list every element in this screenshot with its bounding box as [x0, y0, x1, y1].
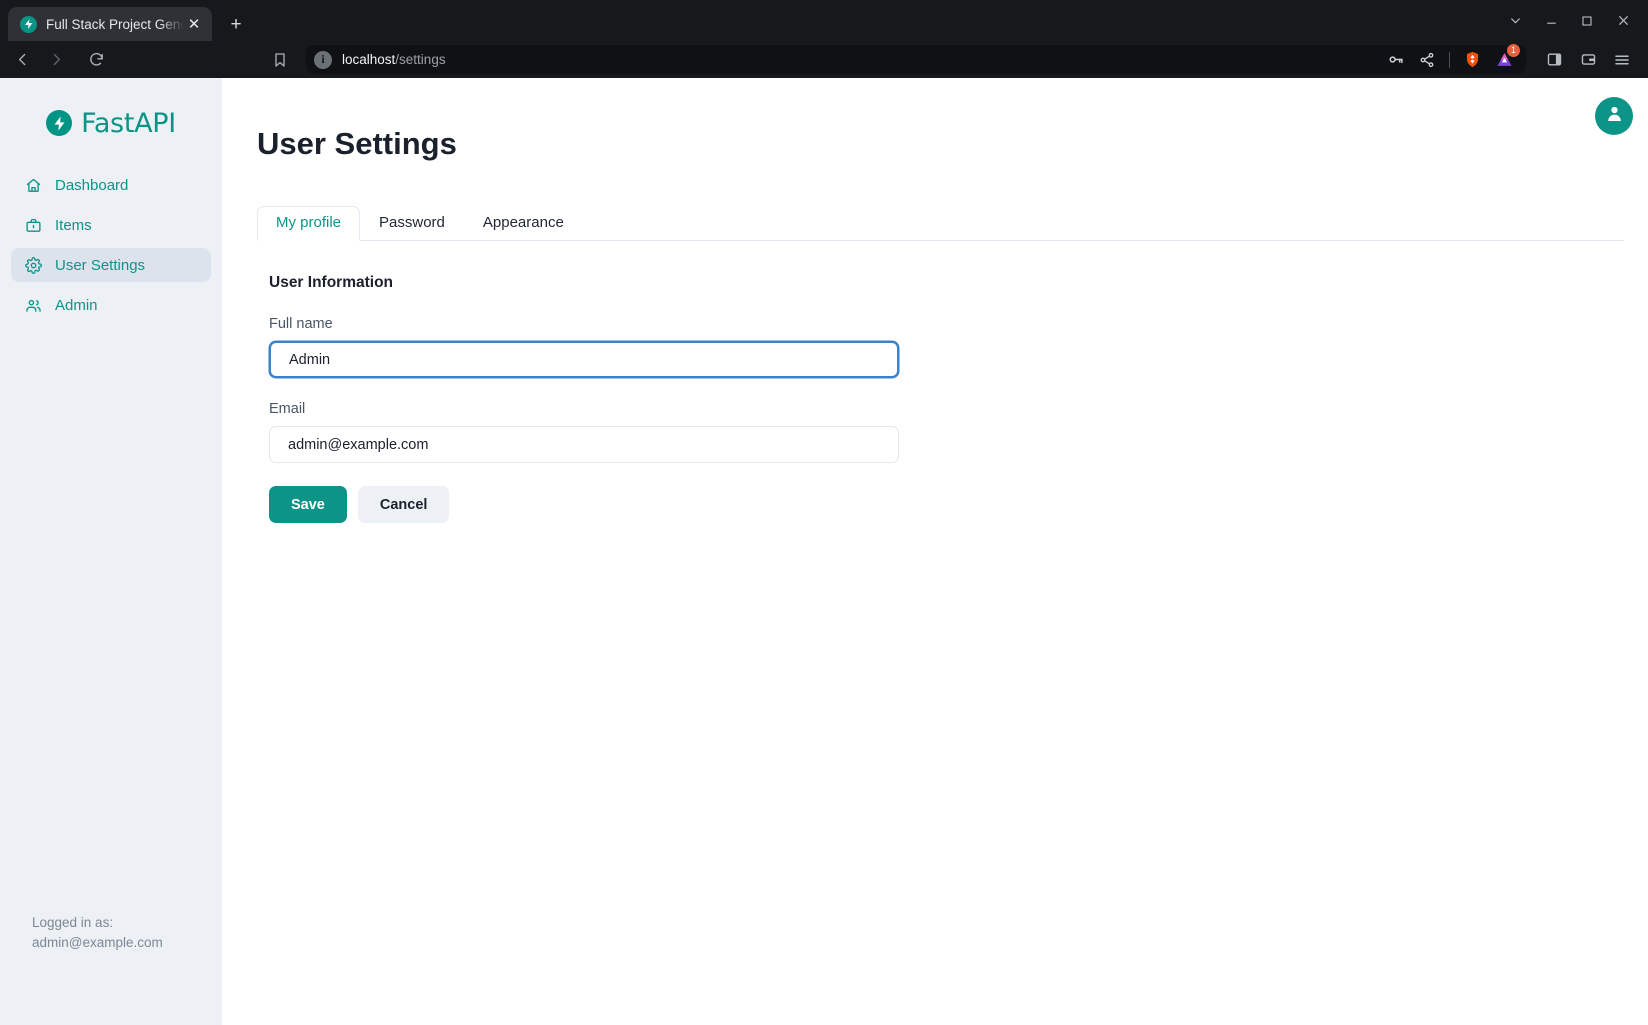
sidebar-item-dashboard[interactable]: Dashboard [11, 168, 211, 202]
cancel-button[interactable]: Cancel [358, 486, 450, 523]
brave-wallet-icon[interactable] [1572, 45, 1604, 75]
tab-my-profile[interactable]: My profile [257, 206, 360, 241]
tab-strip: Full Stack Project Generator ✕ + [0, 0, 1648, 41]
fastapi-logo-icon [46, 110, 72, 136]
email-label: Email [269, 401, 1624, 417]
browser-tab[interactable]: Full Stack Project Generator ✕ [8, 7, 212, 41]
home-icon [24, 176, 42, 194]
page-content: FastAPI Dashboard Items User Settings Ad [0, 78, 1648, 1025]
minimize-button[interactable] [1534, 5, 1568, 37]
close-window-button[interactable] [1606, 5, 1640, 37]
forward-icon[interactable] [40, 45, 72, 75]
site-info-icon[interactable]: i [314, 51, 332, 69]
toolbar-divider [1449, 52, 1450, 68]
sidebar-item-user-settings[interactable]: User Settings [11, 248, 211, 282]
user-information-form: User Information Full name Admin Email a… [269, 274, 1624, 523]
settings-tab-bar: My profile Password Appearance [257, 208, 1624, 241]
tab-appearance[interactable]: Appearance [464, 206, 583, 241]
form-heading: User Information [269, 274, 1624, 292]
logged-in-as-label: Logged in as: [32, 913, 163, 933]
extension-badge-count: 1 [1507, 44, 1520, 57]
tab-search-button[interactable] [1498, 5, 1532, 37]
browser-chrome: Full Stack Project Generator ✕ + [0, 0, 1648, 78]
fastapi-logo: FastAPI [0, 100, 222, 146]
users-icon [24, 296, 42, 314]
url-bar[interactable]: i localhost/settings 1 [306, 45, 1526, 74]
tab-password[interactable]: Password [360, 206, 464, 241]
sidebar-item-label: Items [55, 217, 92, 234]
sidebar-item-items[interactable]: Items [11, 208, 211, 242]
page-title: User Settings [238, 78, 1624, 162]
url-text: localhost/settings [342, 52, 446, 67]
sidebar-item-label: User Settings [55, 257, 145, 274]
form-button-row: Save Cancel [269, 486, 1624, 523]
url-host: localhost [342, 52, 395, 67]
extension-icon[interactable]: 1 [1490, 47, 1518, 73]
main-content: User Settings My profile Password Appear… [222, 78, 1648, 1025]
password-key-icon[interactable] [1381, 47, 1409, 73]
full-name-label: Full name [269, 316, 1624, 332]
close-tab-icon[interactable]: ✕ [184, 14, 204, 34]
user-avatar-button[interactable] [1595, 97, 1633, 135]
new-tab-button[interactable]: + [222, 10, 250, 38]
user-avatar-icon [1604, 103, 1625, 129]
full-name-input[interactable]: Admin [269, 341, 899, 378]
share-icon[interactable] [1413, 47, 1441, 73]
reload-icon[interactable] [80, 45, 112, 75]
sidebar-footer: Logged in as: admin@example.com [0, 913, 195, 953]
back-icon[interactable] [6, 45, 38, 75]
sidebar-toggle-icon[interactable] [1538, 45, 1570, 75]
gear-icon [24, 256, 42, 274]
brave-shield-icon[interactable] [1458, 47, 1486, 73]
browser-tab-title: Full Stack Project Generator [46, 17, 184, 32]
window-controls [1498, 0, 1640, 41]
app-sidebar: FastAPI Dashboard Items User Settings Ad [0, 78, 222, 1025]
browser-menu-icon[interactable] [1606, 45, 1638, 75]
maximize-button[interactable] [1570, 5, 1604, 37]
fastapi-logo-text: FastAPI [81, 108, 176, 139]
fastapi-favicon [20, 16, 37, 33]
briefcase-icon [24, 216, 42, 234]
sidebar-item-label: Dashboard [55, 177, 128, 194]
navigation-bar: i localhost/settings 1 [0, 41, 1648, 78]
url-path: /settings [395, 52, 445, 67]
sidebar-item-admin[interactable]: Admin [11, 288, 211, 322]
sidebar-item-label: Admin [55, 297, 98, 314]
email-input[interactable]: admin@example.com [269, 426, 899, 463]
bookmark-icon[interactable] [264, 45, 296, 75]
browser-right-tools [1538, 45, 1638, 75]
url-bar-actions: 1 [1381, 47, 1520, 73]
logged-in-email: admin@example.com [32, 933, 163, 953]
save-button[interactable]: Save [269, 486, 347, 523]
